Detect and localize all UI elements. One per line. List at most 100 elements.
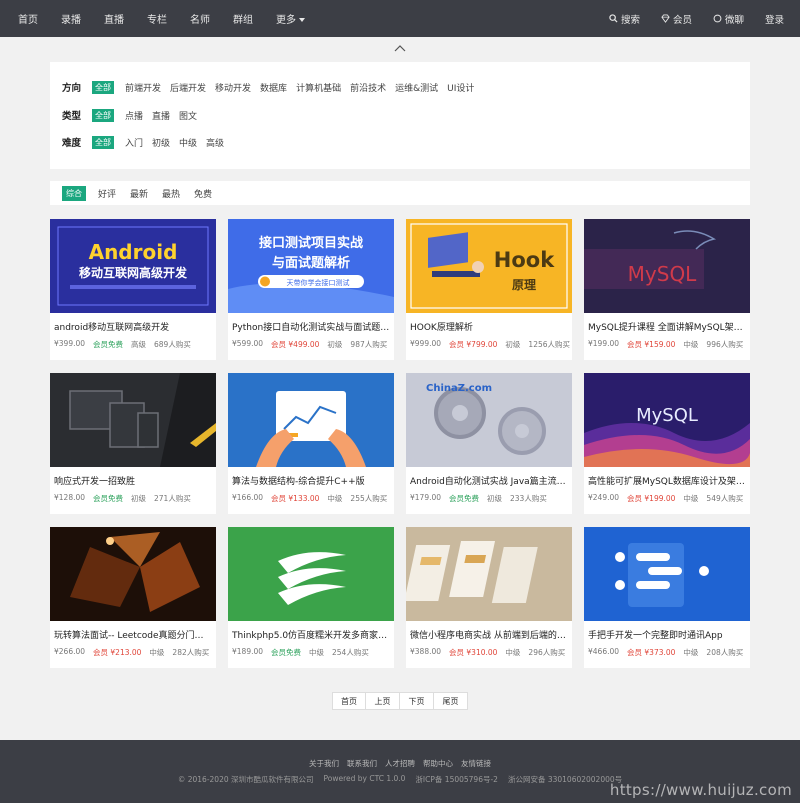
course-card[interactable]: 接口测试项目实战 与面试题解析 天带你学会接口测试 Python接口自动化测试实战…	[228, 219, 394, 360]
course-buyers: 254人购买	[332, 648, 369, 657]
footer-link[interactable]: 联系我们	[347, 758, 377, 769]
miniapp-banner-icon[interactable]	[406, 527, 572, 621]
course-meta: ¥166.00 会员 ¥133.00 中级 255人购买	[232, 493, 395, 504]
course-vip-price: 会员 ¥499.00	[271, 340, 320, 349]
course-buyers: 282人购买	[172, 648, 210, 657]
sort-option[interactable]: 最新	[130, 187, 148, 200]
nav-item-2[interactable]: 直播	[104, 11, 124, 26]
filter-option-difficulty[interactable]: 全部	[92, 135, 114, 149]
course-title[interactable]: 算法与数据结构-综合提升C++版	[232, 474, 390, 487]
course-meta: ¥466.00 会员 ¥373.00 中级 208人购买	[588, 647, 751, 658]
filter-option-direction[interactable]: 全部	[92, 80, 114, 94]
course-title[interactable]: 玩转算法面试-- Leetcode真题分门别类讲解	[54, 628, 212, 641]
filter-option-direction[interactable]: 计算机基础	[296, 81, 341, 94]
tablet-banner-icon[interactable]	[228, 373, 394, 467]
course-level: 初级	[327, 340, 343, 349]
filter-option-direction[interactable]: UI设计	[447, 81, 474, 94]
course-title[interactable]: 高性能可扩展MySQL数据库设计及架构优化	[588, 474, 746, 487]
course-title[interactable]: android移动互联网高级开发	[54, 320, 212, 333]
nav-item-3[interactable]: 专栏	[147, 11, 167, 26]
green-logo-banner-icon[interactable]	[228, 527, 394, 621]
course-card[interactable]: 手把手开发一个完整即时通讯App ¥466.00 会员 ¥373.00 中级 208人购…	[584, 527, 750, 668]
filter-option-direction[interactable]: 后端开发	[170, 81, 206, 94]
icp-number[interactable]: 浙ICP备 15005796号-2	[415, 774, 498, 785]
course-card[interactable]: MySQL 高性能可扩展MySQL数据库设计及架构优化 ¥249.00 会员 ¥199…	[584, 373, 750, 514]
course-card[interactable]: ChinaZ.com Android自动化测试实战 Java篇主流工具 ¥179.0…	[406, 373, 572, 514]
course-card[interactable]: Android 移动互联网高级开发 android移动互联网高级开发 ¥399.0…	[50, 219, 216, 360]
hook-banner-icon[interactable]: Hook 原理	[406, 219, 572, 313]
course-card[interactable]: 响应式开发一招致胜 ¥128.00 会员免费 初级 271人购买	[50, 373, 216, 514]
course-title[interactable]: Python接口自动化测试实战与面试题解析	[232, 320, 390, 333]
footer-link[interactable]: 人才招聘	[385, 758, 415, 769]
course-vip-price: 会员 ¥213.00	[93, 648, 142, 657]
course-title[interactable]: 响应式开发一招致胜	[54, 474, 212, 487]
nav-item-more[interactable]: 更多	[276, 11, 305, 26]
filter-option-difficulty[interactable]: 中级	[179, 136, 197, 149]
course-card[interactable]: 算法与数据结构-综合提升C++版 ¥166.00 会员 ¥133.00 中级 255人购…	[228, 373, 394, 514]
gears-banner-icon[interactable]: ChinaZ.com	[406, 373, 572, 467]
mysql-wave-banner-icon[interactable]: MySQL	[584, 373, 750, 467]
vip-link[interactable]: 会员	[661, 12, 692, 26]
chevron-up-icon[interactable]	[393, 42, 407, 54]
chat-link[interactable]: 微聊	[713, 12, 744, 26]
filter-option-direction[interactable]: 移动开发	[215, 81, 251, 94]
course-card[interactable]: 玩转算法面试-- Leetcode真题分门别类讲解 ¥266.00 会员 ¥213.…	[50, 527, 216, 668]
filter-option-type[interactable]: 图文	[179, 109, 197, 122]
svg-text:Hook: Hook	[494, 248, 555, 272]
course-title[interactable]: Android自动化测试实战 Java篇主流工具	[410, 474, 568, 487]
footer-link[interactable]: 帮助中心	[423, 758, 453, 769]
course-title[interactable]: MySQL提升课程 全面讲解MySQL架构设计	[588, 320, 746, 333]
course-level: 中级	[505, 648, 521, 657]
page-button[interactable]: 尾页	[434, 692, 468, 710]
filter-option-direction[interactable]: 前沿技术	[350, 81, 386, 94]
devices-banner-icon[interactable]	[50, 373, 216, 467]
login-label: 登录	[764, 14, 784, 26]
filter-option-direction[interactable]: 运维&测试	[395, 81, 438, 94]
filter-option-difficulty[interactable]: 初级	[152, 136, 170, 149]
police-number[interactable]: 浙公网安备 33010602002000号	[508, 774, 622, 785]
filter-option-difficulty[interactable]: 入门	[125, 136, 143, 149]
course-card[interactable]: MySQL MySQL提升课程 全面讲解MySQL架构设计 ¥199.00 会员 ¥1…	[584, 219, 750, 360]
sort-option[interactable]: 好评	[98, 187, 116, 200]
nav-item-5[interactable]: 群组	[233, 11, 253, 26]
nav-item-4[interactable]: 名师	[190, 11, 210, 26]
mysql-banner-icon[interactable]: MySQL	[584, 219, 750, 313]
page-button[interactable]: 首页	[332, 692, 366, 710]
course-title[interactable]: 微信小程序电商实战 从前端到后端的全栈开发	[410, 628, 568, 641]
filter-option-direction[interactable]: 前端开发	[125, 81, 161, 94]
python-banner-icon[interactable]: 接口测试项目实战 与面试题解析 天带你学会接口测试	[228, 219, 394, 313]
filter-option-direction[interactable]: 数据库	[260, 81, 287, 94]
polygon-banner-icon[interactable]	[50, 527, 216, 621]
nav-item-0[interactable]: 首页	[18, 11, 38, 26]
course-price: ¥399.00	[54, 339, 86, 348]
page-button[interactable]: 下页	[400, 692, 434, 710]
svg-text:天带你学会接口测试: 天带你学会接口测试	[287, 278, 350, 287]
search-icon	[609, 14, 618, 23]
chat-banner-icon[interactable]	[584, 527, 750, 621]
course-card[interactable]: Thinkphp5.0仿百度糯米开发多商家电商平台 ¥189.00 会员免费中级 25…	[228, 527, 394, 668]
nav-item-1[interactable]: 录播	[61, 11, 81, 26]
search-link[interactable]: 搜索	[609, 12, 640, 26]
filter-row-direction: 方向 全部 前端开发 后端开发 移动开发 数据库 计算机基础 前沿技术 运维&测试 UI设计	[62, 79, 483, 95]
footer-link[interactable]: 关于我们	[309, 758, 339, 769]
course-title[interactable]: Thinkphp5.0仿百度糯米开发多商家电商平台	[232, 628, 390, 641]
filter-option-difficulty[interactable]: 高级	[206, 136, 224, 149]
page-button[interactable]: 上页	[366, 692, 400, 710]
sort-option[interactable]: 综合	[62, 185, 86, 201]
filter-option-type[interactable]: 直播	[152, 109, 170, 122]
course-title[interactable]: 手把手开发一个完整即时通讯App	[588, 628, 746, 641]
course-buyers: 689人购买	[154, 340, 191, 349]
filter-option-type[interactable]: 点播	[125, 109, 143, 122]
sort-option[interactable]: 最热	[162, 187, 180, 200]
sort-option[interactable]: 免费	[194, 187, 212, 200]
course-card[interactable]: 微信小程序电商实战 从前端到后端的全栈开发 ¥388.00 会员 ¥310.00 中级…	[406, 527, 572, 668]
powered-by[interactable]: Powered by CTC 1.0.0	[324, 774, 406, 785]
android-banner-icon[interactable]: Android 移动互联网高级开发	[50, 219, 216, 313]
course-vip-price: 会员 ¥133.00	[271, 494, 320, 503]
course-title[interactable]: HOOK原理解析	[410, 320, 568, 333]
login-link[interactable]: 登录	[765, 12, 784, 26]
filter-option-type[interactable]: 全部	[92, 108, 114, 122]
footer-link[interactable]: 友情链接	[461, 758, 491, 769]
course-meta: ¥599.00 会员 ¥499.00 初级 987人购买	[232, 339, 395, 350]
course-card[interactable]: Hook 原理 HOOK原理解析 ¥999.00 会员 ¥799.00 初级 1256人购…	[406, 219, 572, 360]
